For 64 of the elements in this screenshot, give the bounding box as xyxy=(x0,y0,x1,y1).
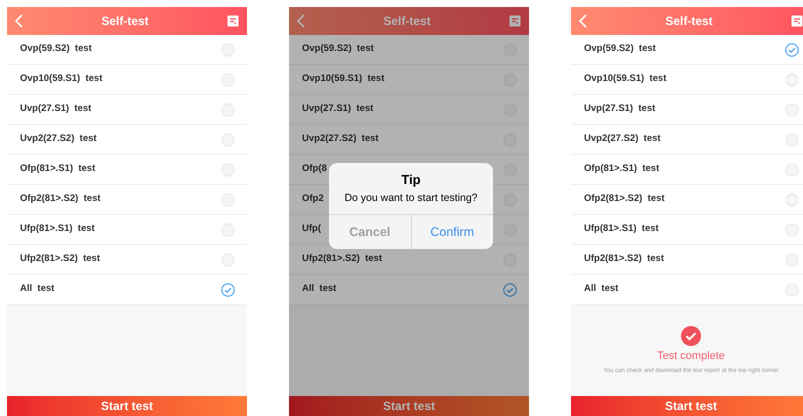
empty-circle-icon[interactable] xyxy=(221,192,235,206)
back-icon[interactable] xyxy=(297,14,305,28)
test-label: Ofp2(81>.S2) test xyxy=(20,192,101,206)
test-label: Ufp2(81>.S2) test xyxy=(20,252,100,266)
empty-circle-icon[interactable] xyxy=(221,132,235,146)
test-label: Ovp(59.S2) test xyxy=(20,42,92,56)
checked-circle-icon[interactable] xyxy=(503,282,517,296)
screen-title: Self-test xyxy=(383,13,431,30)
report-icon[interactable] xyxy=(791,15,803,27)
test-label: Ofp(81>.S1) test xyxy=(20,162,96,176)
test-label: Ofp2 xyxy=(302,192,324,206)
test-label: Ufp2(81>.S2) test xyxy=(584,252,664,266)
test-label: Ovp(59.S2) test xyxy=(584,42,656,56)
empty-circle-icon[interactable] xyxy=(785,282,799,296)
report-icon[interactable] xyxy=(227,15,239,27)
test-label: Ufp2(81>.S2) test xyxy=(302,252,382,266)
result-title: Test complete xyxy=(657,348,725,364)
empty-circle-icon[interactable] xyxy=(785,192,799,206)
test-label: Ovp10(59.S1) test xyxy=(20,72,102,86)
confirm-button[interactable]: Confirm xyxy=(410,215,493,249)
checked-circle-icon[interactable] xyxy=(785,42,799,56)
test-label: Ovp(59.S2) test xyxy=(302,42,374,56)
screen-title: Self-test xyxy=(101,13,149,30)
cancel-button[interactable]: Cancel xyxy=(329,215,410,249)
test-label: Uvp2(27.S2) test xyxy=(584,132,661,146)
back-icon[interactable] xyxy=(15,14,23,28)
test-label: All test xyxy=(584,282,618,296)
checked-circle-icon[interactable] xyxy=(221,282,235,296)
start-test-button[interactable]: Start test xyxy=(571,396,803,416)
empty-circle-icon[interactable] xyxy=(785,252,799,266)
start-test-button[interactable]: Start test xyxy=(289,396,529,416)
test-label: Uvp(27.S1) test xyxy=(302,102,374,116)
test-label: Ofp(8 xyxy=(302,162,327,176)
dialog-message: Do you want to start testing? xyxy=(344,190,478,206)
empty-circle-icon[interactable] xyxy=(221,102,235,116)
empty-circle-icon[interactable] xyxy=(785,72,799,86)
test-label: Ofp2(81>.S2) test xyxy=(584,192,665,206)
empty-circle-icon[interactable] xyxy=(221,162,235,176)
empty-circle-icon[interactable] xyxy=(785,132,799,146)
empty-circle-icon[interactable] xyxy=(221,252,235,266)
back-icon[interactable] xyxy=(579,14,587,28)
empty-circle-icon[interactable] xyxy=(785,162,799,176)
empty-circle-icon[interactable] xyxy=(221,42,235,56)
screen-title: Self-test xyxy=(665,13,713,30)
test-label: Uvp(27.S1) test xyxy=(584,102,656,116)
success-check-icon xyxy=(681,326,701,346)
test-label: Ufp(81>.S1) test xyxy=(20,222,95,236)
test-label: Ufp( xyxy=(302,222,321,236)
test-label: Ovp10(59.S1) test xyxy=(302,72,384,86)
test-label: Uvp2(27.S2) test xyxy=(20,132,97,146)
report-icon[interactable] xyxy=(509,15,521,27)
start-test-button[interactable]: Start test xyxy=(7,396,247,416)
empty-circle-icon[interactable] xyxy=(785,222,799,236)
test-label: All test xyxy=(20,282,54,296)
test-label: Uvp(27.S1) test xyxy=(20,102,92,116)
test-label: Ufp(81>.S1) test xyxy=(584,222,659,236)
empty-circle-icon[interactable] xyxy=(221,72,235,86)
empty-circle-icon[interactable] xyxy=(785,102,799,116)
test-label: All test xyxy=(302,282,336,296)
dialog-title: Tip xyxy=(401,171,421,189)
test-label: Ofp(81>.S1) test xyxy=(584,162,660,176)
test-label: Uvp2(27.S2) test xyxy=(302,132,379,146)
empty-circle-icon[interactable] xyxy=(221,222,235,236)
test-label: Ovp10(59.S1) test xyxy=(584,72,666,86)
